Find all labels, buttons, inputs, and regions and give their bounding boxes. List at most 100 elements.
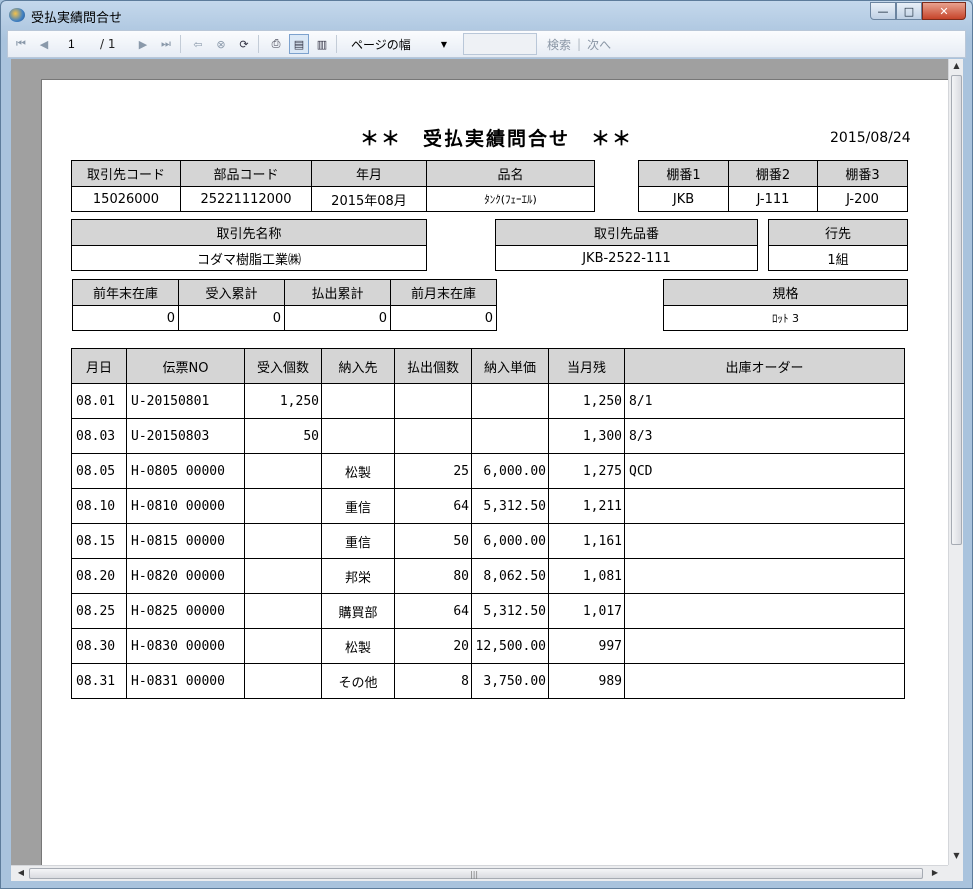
column-header: 出庫オーダー [624, 349, 904, 383]
previous-page-icon[interactable]: ◀ [34, 34, 54, 54]
print-icon[interactable]: ⎙ [266, 34, 286, 54]
table-cell: 購買部 [321, 594, 394, 628]
table-cell: 08.30 [76, 638, 116, 654]
scrollbar-corner [948, 865, 963, 881]
table-cell: 08.05 [76, 463, 116, 479]
table-cell: U-20150803 [126, 419, 244, 453]
table-cell: 64 [394, 594, 471, 628]
table-cell: 5,312.50 [471, 489, 548, 523]
search-link[interactable]: 検索 [547, 36, 571, 53]
value-cell: ﾛｯﾄ 3 [772, 312, 799, 325]
scroll-down-icon[interactable]: ▼ [951, 851, 962, 863]
header-cell: 前年末在庫 [92, 287, 158, 302]
table-cell: H-0815 00000 [126, 524, 244, 558]
table-cell: 08.20 [76, 568, 116, 584]
header-cell: 払出累計 [284, 280, 390, 305]
table-cell: 1,081 [548, 559, 624, 593]
table-row: 08.25 H-0825 00000 購買部 64 5,312.50 1,017 [72, 593, 904, 628]
table-cell: H-0831 00000 [126, 664, 244, 698]
table-cell [624, 559, 904, 593]
table-cell: 6,000.00 [471, 454, 548, 488]
table-cell: 8/3 [624, 419, 904, 453]
stock-summary-box: 前年末在庫 受入累計 払出累計 前月末在庫 0 0 0 0 [72, 279, 497, 331]
value-cell: 2015年08月 [311, 187, 426, 211]
table-cell: 6,000.00 [471, 524, 548, 558]
refresh-icon[interactable]: ⟳ [234, 34, 254, 54]
table-cell: U-20150801 [126, 384, 244, 418]
column-header: 当月残 [548, 349, 624, 383]
header-cell: 年月 [311, 161, 426, 186]
report-window: 受払実績問合せ — □ ✕ ⏮ ◀ / 1 ▶ ⏭ ⇦ ⊗ ⟳ ⎙ ▤ ▥ ペー… [0, 0, 973, 889]
table-cell: 8,062.50 [471, 559, 548, 593]
table-cell: 20 [394, 629, 471, 663]
vertical-scroll-thumb[interactable] [951, 75, 962, 545]
table-cell: 1,300 [548, 419, 624, 453]
chevron-down-icon: ▼ [440, 39, 447, 49]
table-cell: 1,275 [548, 454, 624, 488]
table-cell: 5,312.50 [471, 594, 548, 628]
table-cell [244, 559, 321, 593]
find-next-link[interactable]: 次へ [587, 36, 611, 53]
table-cell: H-0810 00000 [126, 489, 244, 523]
table-cell: H-0825 00000 [126, 594, 244, 628]
close-button[interactable]: ✕ [922, 2, 966, 20]
first-page-icon[interactable]: ⏮ [11, 34, 31, 54]
vertical-scrollbar[interactable]: ▲ ▼ [948, 59, 963, 865]
table-cell [321, 384, 394, 418]
scroll-up-icon[interactable]: ▲ [951, 61, 962, 73]
zoom-select[interactable]: ページの幅 ▼ [345, 34, 453, 54]
last-page-icon[interactable]: ⏭ [156, 34, 176, 54]
current-page-input[interactable] [62, 35, 100, 53]
table-cell: 50 [244, 419, 321, 453]
app-icon [9, 8, 25, 22]
transaction-table: 月日 伝票NO 受入個数 納入先 払出個数 納入単価 当月残 出庫オーダー 08… [71, 348, 905, 699]
table-cell: その他 [321, 664, 394, 698]
back-icon[interactable]: ⇦ [188, 34, 208, 54]
table-cell: 1,161 [548, 524, 624, 558]
table-row: 08.15 H-0815 00000 重信 50 6,000.00 1,161 [72, 523, 904, 558]
title-bar[interactable]: 受払実績問合せ — □ ✕ [1, 1, 972, 29]
horizontal-scrollbar[interactable]: ◀ ||| ▶ [11, 865, 963, 881]
link-separator: | [577, 37, 582, 51]
table-cell: 08.25 [76, 603, 116, 619]
supplier-name-box: 取引先名称 コダマ樹脂工業㈱ [71, 219, 427, 271]
scroll-left-icon[interactable]: ◀ [15, 868, 27, 877]
next-page-icon[interactable]: ▶ [133, 34, 153, 54]
table-cell [624, 594, 904, 628]
table-header-row: 月日 伝票NO 受入個数 納入先 払出個数 納入単価 当月残 出庫オーダー [72, 349, 904, 383]
value-cell: 1組 [827, 252, 849, 268]
header-cell: 取引先品番 [593, 227, 659, 242]
header-cell: 取引先名称 [216, 227, 282, 242]
search-input[interactable] [463, 33, 537, 55]
report-date: 2015/08/24 [830, 130, 911, 146]
table-row: 08.03 U-20150803 50 1,300 8/3 [72, 418, 904, 453]
page-total: / 1 [100, 37, 116, 51]
table-cell [321, 419, 394, 453]
table-cell [624, 664, 904, 698]
scroll-right-icon[interactable]: ▶ [929, 868, 941, 877]
supplier-part-box: 取引先コード 部品コード 年月 品名 15026000 25221112000 … [71, 160, 595, 212]
column-header: 納入先 [321, 349, 394, 383]
column-header: 伝票NO [126, 349, 244, 383]
table-cell: 08.10 [76, 498, 116, 514]
horizontal-scroll-thumb[interactable]: ||| [29, 868, 923, 879]
table-cell: 50 [394, 524, 471, 558]
page-setup-icon[interactable]: ▥ [312, 34, 332, 54]
table-cell: H-0830 00000 [126, 629, 244, 663]
maximize-button[interactable]: □ [896, 2, 922, 20]
column-header: 納入単価 [471, 349, 548, 383]
table-cell: 08.31 [76, 673, 116, 689]
stop-icon[interactable]: ⊗ [211, 34, 231, 54]
table-cell: 1,211 [548, 489, 624, 523]
minimize-button[interactable]: — [870, 2, 896, 20]
header-cell: 受入累計 [178, 280, 284, 305]
print-layout-icon[interactable]: ▤ [289, 34, 309, 54]
table-cell: 8/1 [624, 384, 904, 418]
value-cell: コダマ樹脂工業㈱ [196, 252, 301, 268]
value-cell: 0 [166, 310, 175, 326]
table-cell [244, 454, 321, 488]
table-row: 08.31 H-0831 00000 その他 8 3,750.00 989 [72, 663, 904, 698]
table-cell: 重信 [321, 489, 394, 523]
table-cell [624, 629, 904, 663]
value-cell: 0 [178, 306, 284, 330]
